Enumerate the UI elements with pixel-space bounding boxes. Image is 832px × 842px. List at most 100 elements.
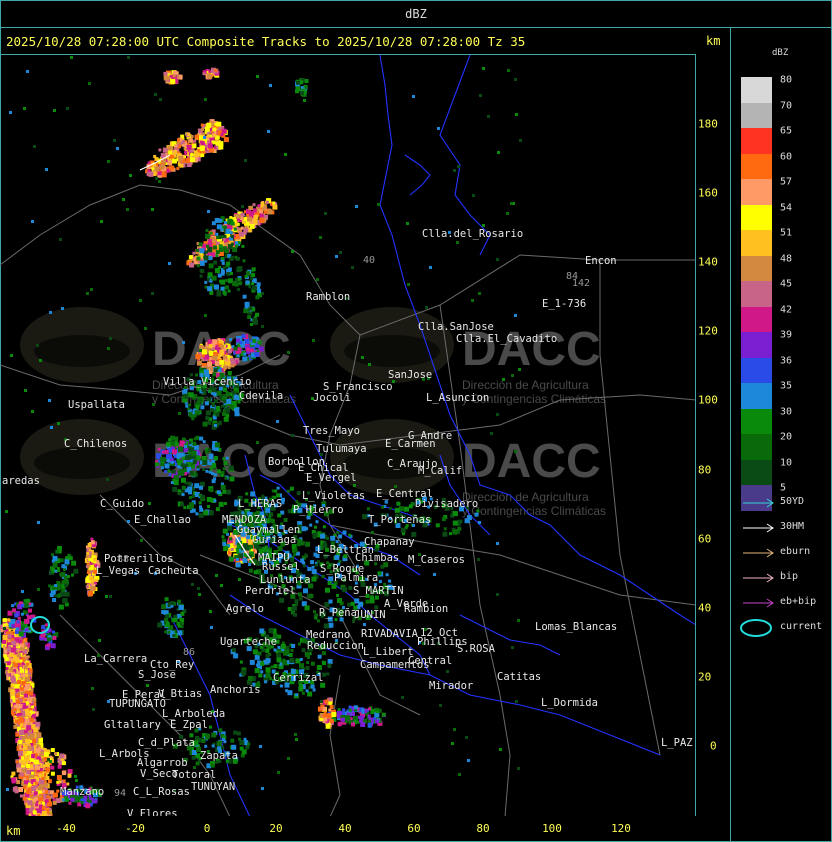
- place-label: Clla.del_Rosario: [422, 228, 523, 240]
- legend-swatch: [741, 383, 772, 409]
- place-label: 94: [114, 788, 126, 799]
- x-tick: 60: [407, 822, 421, 835]
- place-label: JUNIN: [354, 609, 386, 621]
- current-ellipse-icon: [740, 619, 772, 637]
- watermark-line: Dirección de Agricultura: [462, 490, 589, 504]
- place-label: Cacheuta: [148, 565, 199, 577]
- y-tick: 160: [698, 186, 718, 200]
- place-label: E_Zpal: [170, 719, 208, 731]
- legend-value: 70: [780, 100, 793, 111]
- legend-swatch: [741, 179, 772, 205]
- place-label: Manzano: [60, 786, 104, 798]
- place-label: C_Chilenos: [64, 438, 127, 450]
- place-label: Ugarteche: [220, 636, 277, 648]
- place-label: M_Calif: [418, 465, 462, 477]
- place-label: Guriaga: [252, 534, 296, 546]
- track-arrow-icon: [743, 523, 774, 533]
- place-label: 84: [566, 271, 578, 282]
- x-tick: -20: [125, 822, 145, 835]
- place-label: Clla.El_Cavadito: [456, 333, 557, 345]
- x-tick: 120: [611, 822, 631, 835]
- place-label: Agrelo: [226, 603, 264, 615]
- place-label: L_Dormida: [541, 697, 598, 709]
- x-tick: 40: [338, 822, 352, 835]
- legend-swatch: [741, 153, 772, 180]
- place-label: Anchoris: [210, 684, 261, 696]
- place-label: Mirador: [429, 680, 473, 692]
- place-label: Tres_Mayo: [303, 425, 360, 437]
- place-label: V_Flores: [127, 808, 178, 816]
- watermark-line: Dirección de Agricultura: [462, 378, 589, 392]
- place-label: G_Andre: [408, 430, 452, 442]
- track-arrow-icon: [743, 548, 774, 558]
- legend-value: 36: [780, 355, 793, 366]
- place-label: Catitas: [497, 671, 541, 683]
- track-label: 50YD: [780, 496, 805, 507]
- y-tick: 120: [698, 324, 718, 338]
- place-label: L_Libert: [363, 646, 414, 658]
- radar-map[interactable]: DACC DACC DACC DACC Dirección de Agricul…: [0, 54, 696, 816]
- place-label: Totoral: [172, 769, 216, 781]
- place-label: Gltallary: [104, 719, 161, 731]
- place-label: Palmira: [334, 572, 378, 584]
- place-label: 86: [183, 647, 195, 658]
- x-tick: -40: [56, 822, 76, 835]
- legend-swatch: [741, 128, 772, 154]
- place-label: 40: [363, 255, 375, 266]
- x-tick: 20: [269, 822, 283, 835]
- place-label: Ramblon: [306, 291, 350, 303]
- x-tick: 0: [203, 822, 211, 835]
- y-tick: 100: [698, 393, 718, 407]
- y-tick: 60: [698, 532, 712, 546]
- place-label: Jocoli: [313, 392, 351, 404]
- place-label: P_Hierro: [293, 504, 344, 516]
- place-label: SanJose: [388, 369, 432, 381]
- place-label: L_Asuncion: [426, 392, 489, 404]
- legend-swatch: [741, 77, 772, 103]
- place-label: Borbollon: [268, 456, 325, 468]
- track-label: bip: [780, 571, 799, 582]
- place-label: Perdriel: [245, 585, 296, 597]
- radar-map-canvas[interactable]: DACC DACC DACC DACC Dirección de Agricul…: [0, 55, 696, 816]
- y-tick: 20: [698, 670, 712, 684]
- legend-swatch: [741, 459, 772, 486]
- place-label: Reduccion: [307, 640, 364, 652]
- legend-value: 35: [780, 380, 793, 392]
- place-label: Divisadero: [415, 498, 478, 510]
- place-label: La_Carrera: [84, 653, 147, 665]
- place-label: M_Caseros: [408, 554, 465, 566]
- place-label: E_Vergel: [306, 472, 357, 484]
- track-arrow-icon: [743, 598, 774, 608]
- place-label: S.ROSA: [457, 643, 496, 655]
- legend-value: 80: [780, 74, 793, 86]
- place-label: L_PAZ: [661, 737, 693, 749]
- legend-value: 42: [780, 304, 793, 315]
- place-label: R_Peña: [319, 607, 357, 619]
- unit-label-top: km: [706, 34, 721, 48]
- place-label: S_MARTIN: [353, 585, 404, 597]
- legend-swatch: [741, 230, 772, 256]
- place-label: Cerrizal: [273, 672, 324, 684]
- current-label: current: [780, 621, 823, 632]
- place-label: Clla.SanJose: [418, 321, 494, 333]
- legend-value: 60: [780, 151, 793, 162]
- place-label: C_L_Rosas: [133, 786, 190, 798]
- track-label: eburn: [780, 546, 811, 557]
- legend-value: 39: [780, 329, 793, 341]
- legend-value: 65: [780, 125, 793, 137]
- legend-value: 5: [780, 482, 787, 494]
- place-label: E_Challao: [134, 514, 191, 526]
- place-label: TUNUYAN: [191, 781, 235, 793]
- track-arrow-icon: [743, 573, 774, 583]
- window-title: dBZ: [0, 0, 832, 28]
- y-tick: 180: [698, 117, 718, 131]
- place-label: L_HERAS: [238, 498, 282, 510]
- composite-header: 2025/10/28 07:28:00 UTC Composite Tracks…: [6, 34, 526, 49]
- legend-value: 54: [780, 202, 793, 213]
- legend-value: 57: [780, 176, 793, 188]
- place-label: 88: [117, 554, 129, 565]
- place-label: TUPUNGATO: [109, 698, 166, 710]
- legend-swatch: [741, 408, 772, 435]
- place-label: Villa_Vicencio: [163, 376, 252, 388]
- legend-swatch: [741, 204, 772, 231]
